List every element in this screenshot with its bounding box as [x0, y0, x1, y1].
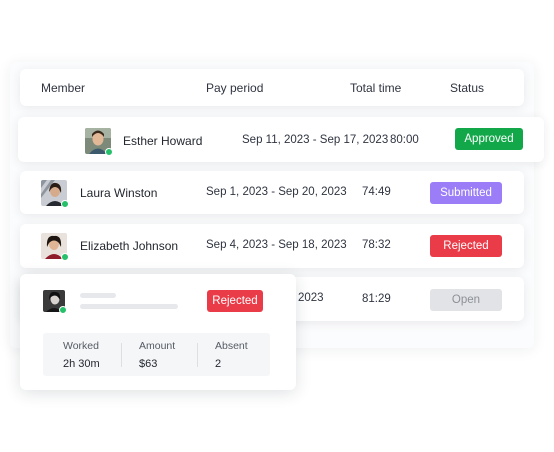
- stat-value-amount: $63: [139, 358, 158, 370]
- table-row[interactable]: Elizabeth Johnson Sep 4, 2023 - Sep 18, …: [20, 224, 524, 268]
- column-header-total-time: Total time: [350, 81, 402, 95]
- status-badge-open[interactable]: Open: [430, 289, 502, 311]
- stat-value-absent: 2: [215, 358, 222, 370]
- stat-value-worked: 2h 30m: [63, 358, 100, 370]
- online-status-dot: [61, 253, 69, 261]
- stat-label-worked: Worked: [63, 340, 99, 352]
- member-name: Elizabeth Johnson: [80, 239, 179, 253]
- pay-period-cell: 2023: [298, 292, 324, 304]
- column-header-member: Member: [41, 81, 86, 95]
- divider: [197, 343, 198, 367]
- status-badge-submitted[interactable]: Submitted: [430, 182, 502, 204]
- name-placeholder: [80, 293, 116, 298]
- total-time-cell: 80:00: [390, 134, 419, 146]
- total-time-cell: 81:29: [362, 293, 391, 305]
- status-badge-rejected[interactable]: Rejected: [207, 290, 263, 312]
- member-name: Laura Winston: [80, 186, 158, 200]
- stat-label-amount: Amount: [139, 340, 176, 352]
- column-header-status: Status: [450, 81, 485, 95]
- pay-period-cell: Sep 1, 2023 - Sep 20, 2023: [206, 186, 347, 198]
- status-badge-approved[interactable]: Approved: [455, 128, 523, 150]
- table-row[interactable]: Esther Howard Sep 11, 2023 - Sep 17, 202…: [18, 117, 544, 162]
- table-row[interactable]: Laura Winston Sep 1, 2023 - Sep 20, 2023…: [20, 171, 524, 214]
- member-name: Esther Howard: [123, 134, 203, 148]
- status-badge-rejected[interactable]: Rejected: [430, 235, 502, 257]
- divider: [121, 343, 122, 367]
- pay-period-cell: Sep 11, 2023 - Sep 17, 2023: [242, 134, 389, 146]
- total-time-cell: 74:49: [362, 186, 391, 198]
- member-detail-card: Rejected Worked 2h 30m Amount $63 Absent…: [20, 274, 296, 390]
- online-status-dot: [61, 200, 69, 208]
- total-time-cell: 78:32: [362, 239, 391, 251]
- table-header: Member Pay period Total time Status: [20, 69, 524, 106]
- stat-label-absent: Absent: [215, 340, 248, 352]
- online-status-dot: [105, 148, 113, 156]
- name-placeholder: [80, 304, 178, 309]
- stats-panel: Worked 2h 30m Amount $63 Absent 2: [43, 333, 270, 376]
- online-status-dot: [59, 306, 67, 314]
- pay-period-cell: Sep 4, 2023 - Sep 18, 2023: [206, 239, 347, 251]
- column-header-pay-period: Pay period: [206, 81, 264, 95]
